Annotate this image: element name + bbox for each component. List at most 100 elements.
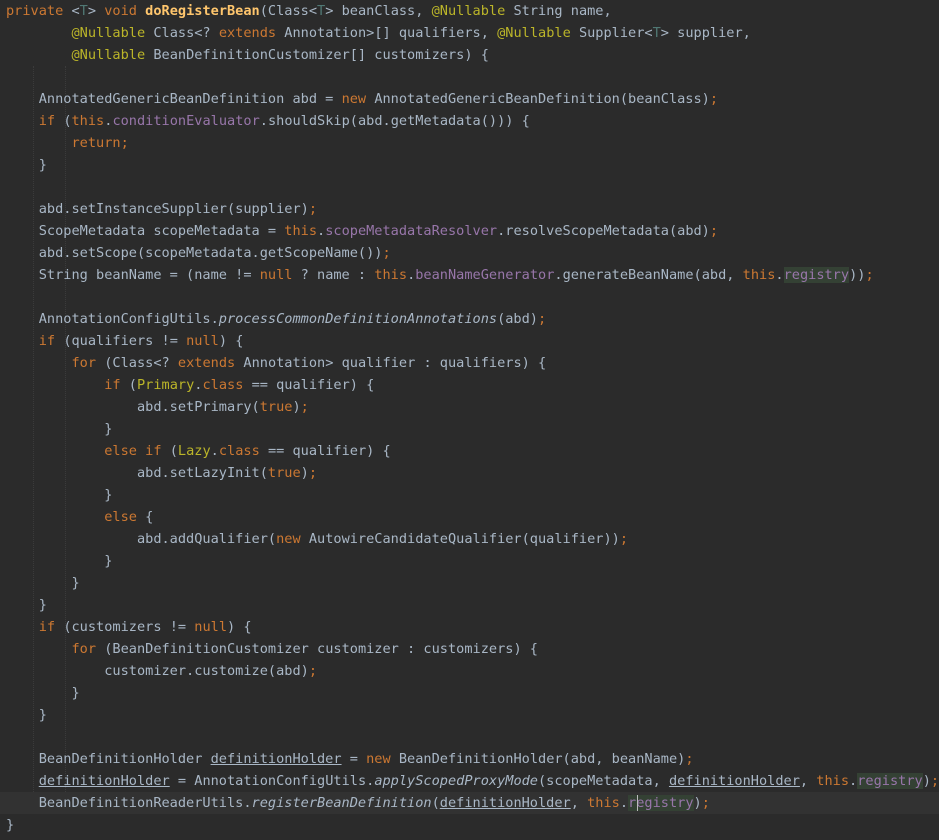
code-token: doRegisterBean [145,3,260,19]
code-token: ; [300,399,309,415]
code-token: customizer.customize(abd) [6,663,309,679]
code-line[interactable]: abd.setInstanceSupplier(supplier); [0,198,939,220]
code-line[interactable]: else if (Lazy.class == qualifier) { [0,440,939,462]
code-token: ? name : [300,267,375,283]
code-line[interactable]: abd.setPrimary(true); [0,396,939,418]
code-token: String beanName = (name != [6,267,260,283]
code-token: AnnotationConfigUtils. [6,311,219,327]
code-token: < [71,3,80,19]
code-token: abd.setScope(scopeMetadata.getScopeName(… [6,245,383,261]
code-token: new [341,91,375,107]
code-token: , [799,773,817,789]
code-token: Supplier< [578,25,653,41]
code-token: ( [63,113,72,129]
code-token: (abd) [497,311,538,327]
code-token: abd.setInstanceSupplier(supplier) [6,201,309,217]
code-line[interactable]: definitionHolder = AnnotationConfigUtils… [0,770,939,792]
code-token: (qualifiers != [63,333,187,349]
code-token: else if [104,443,170,459]
code-line[interactable]: } [0,572,939,594]
code-token: .generateBeanName(abd, [554,267,743,283]
code-line[interactable]: private <T> void doRegisterBean(Class<T>… [0,0,939,22]
code-token: == qualifier) { [267,443,391,459]
code-token: @Nullable [497,25,579,41]
code-editor[interactable]: private <T> void doRegisterBean(Class<T>… [0,0,939,840]
code-token: ; [709,91,719,107]
code-line[interactable]: abd.setLazyInit(true); [0,462,939,484]
code-line[interactable]: if (qualifiers != null) { [0,330,939,352]
code-token: Annotation> qualifier : qualifiers) { [243,355,547,371]
code-line[interactable]: } [0,594,939,616]
code-line[interactable]: BeanDefinitionReaderUtils.registerBeanDe… [0,792,939,814]
code-line[interactable]: } [0,550,939,572]
code-line[interactable]: } [0,484,939,506]
code-token: { [145,509,154,525]
code-line[interactable]: if (customizers != null) { [0,616,939,638]
code-line[interactable]: return; [0,132,939,154]
code-line[interactable]: @Nullable BeanDefinitionCustomizer[] cus… [0,44,939,66]
code-token: ) { [227,619,252,635]
code-line[interactable] [0,176,939,198]
code-token: } [6,157,47,173]
text-caret [637,795,638,811]
code-token: } [6,707,47,723]
code-line[interactable]: String beanName = (name != null ? name :… [0,264,939,286]
code-token: ScopeMetadata scopeMetadata = [6,223,285,239]
code-token: )) [849,267,866,283]
code-line[interactable]: else { [0,506,939,528]
code-token: (BeanDefinitionCustomizer customizer : c… [104,641,538,657]
code-token: extends [177,355,244,371]
code-token: if [38,333,64,349]
code-line[interactable]: if (Primary.class == qualifier) { [0,374,939,396]
code-token: T [652,25,661,41]
code-line[interactable] [0,286,939,308]
code-line[interactable]: customizer.customize(abd); [0,660,939,682]
code-token: null [194,619,228,635]
code-line[interactable]: for (BeanDefinitionCustomizer customizer… [0,638,939,660]
code-line[interactable]: abd.setScope(scopeMetadata.getScopeName(… [0,242,939,264]
code-token: T [79,3,88,19]
code-line[interactable]: } [0,418,939,440]
code-token: conditionEvaluator [112,113,260,129]
code-token: extends [218,25,285,41]
code-token: if [104,377,129,393]
code-token: class [218,443,268,459]
code-token: } [6,421,113,437]
code-token: > supplier, [660,25,751,41]
code-token: processCommonDefinitionAnnotations [218,311,498,327]
code-token: ; [537,311,547,327]
code-token: } [6,487,113,503]
code-line[interactable]: for (Class<? extends Annotation> qualifi… [0,352,939,374]
code-token: class [202,377,252,393]
code-token: .resolveScopeMetadata(abd) [497,223,710,239]
code-token: this [587,795,620,811]
code-line[interactable]: } [0,682,939,704]
code-line[interactable]: ScopeMetadata scopeMetadata = this.scope… [0,220,939,242]
code-line[interactable] [0,66,939,88]
code-token: @Nullable [431,3,514,19]
code-line[interactable]: @Nullable Class<? extends Annotation>[] … [0,22,939,44]
code-token: } [6,575,80,591]
code-line[interactable]: if (this.conditionEvaluator.shouldSkip(a… [0,110,939,132]
code-line[interactable] [0,726,939,748]
code-token: definitionHolder [439,795,571,811]
code-line[interactable]: } [0,814,939,836]
code-token: ) [300,465,309,481]
code-line[interactable]: } [0,704,939,726]
code-line[interactable]: } [0,154,939,176]
code-line[interactable]: AnnotatedGenericBeanDefinition abd = new… [0,88,939,110]
code-token: ; [701,795,710,811]
code-line[interactable]: AnnotationConfigUtils.processCommonDefin… [0,308,939,330]
code-line[interactable]: BeanDefinitionHolder definitionHolder = … [0,748,939,770]
code-token: new [366,751,399,767]
code-token: AnnotatedGenericBeanDefinition(beanClass… [374,91,710,107]
code-line[interactable]: abd.addQualifier(new AutowireCandidateQu… [0,528,939,550]
code-token: = [341,751,367,767]
